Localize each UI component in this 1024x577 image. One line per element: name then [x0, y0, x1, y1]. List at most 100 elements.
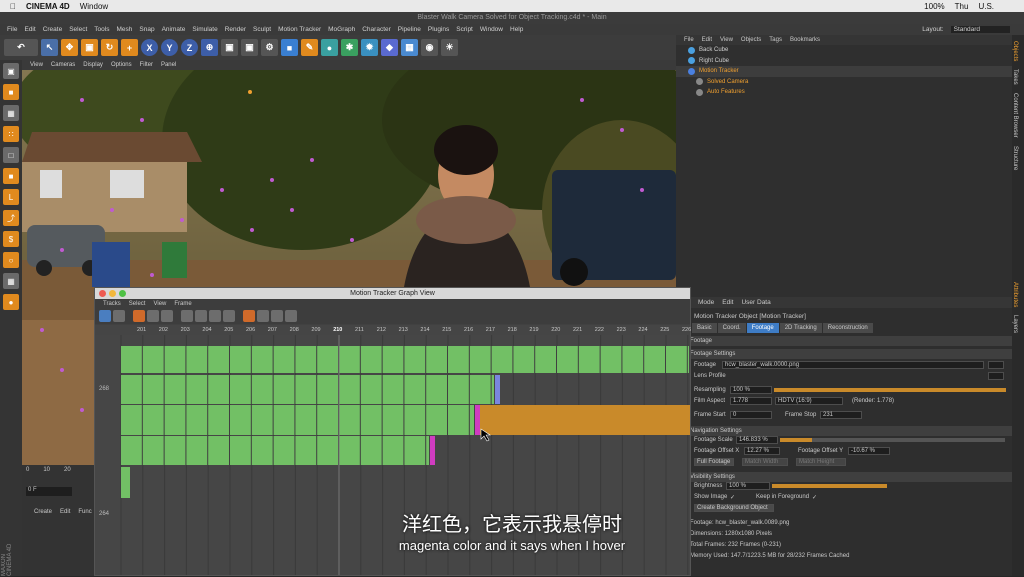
polygons-mode-icon[interactable]: ■	[3, 168, 19, 184]
menu-sculpt[interactable]: Sculpt	[253, 26, 271, 33]
tab-structure[interactable]: Structure	[1012, 146, 1018, 170]
menu-plugins[interactable]: Plugins	[428, 26, 449, 33]
brightness-slider[interactable]	[772, 484, 887, 488]
graph-options-icon[interactable]	[285, 310, 297, 322]
y-axis-icon[interactable]: Y	[161, 39, 178, 56]
om-tags[interactable]: Tags	[769, 37, 782, 43]
app-menu[interactable]: CINEMA 4D	[26, 2, 70, 11]
tab-reconstruction[interactable]: Reconstruction	[822, 323, 873, 333]
attr-user-data[interactable]: User Data	[741, 299, 770, 306]
render-icon[interactable]: ▣	[241, 39, 258, 56]
resampling-field[interactable]: 100 %	[730, 386, 772, 394]
tab-takes[interactable]: Takes	[1012, 69, 1018, 85]
object-row-back-cube[interactable]: Back Cube	[676, 45, 1012, 56]
tab-layers[interactable]: Layers	[1012, 315, 1018, 333]
menu-render[interactable]: Render	[225, 26, 246, 33]
z-axis-icon[interactable]: Z	[181, 39, 198, 56]
graph-curve-alt-icon[interactable]	[271, 310, 283, 322]
menu-pipeline[interactable]: Pipeline	[398, 26, 421, 33]
graph-curve-icon[interactable]	[257, 310, 269, 322]
workplane-icon[interactable]: ○	[3, 252, 19, 268]
graph-view-title-bar[interactable]: Motion Tracker Graph View	[95, 288, 690, 299]
lens-browse-button[interactable]	[988, 372, 1004, 380]
vp-menu-display[interactable]: Display	[83, 62, 103, 68]
object-mode-icon[interactable]: ■	[3, 84, 19, 100]
menu-character[interactable]: Character	[362, 26, 391, 33]
filter-auto-icon[interactable]	[223, 310, 235, 322]
match-height-button[interactable]: Match Height	[796, 458, 846, 466]
vp-menu-filter[interactable]: Filter	[140, 62, 153, 68]
tab-attributes[interactable]: Attributes	[1012, 282, 1018, 307]
vp-menu-cameras[interactable]: Cameras	[51, 62, 75, 68]
light-icon[interactable]: ☀	[441, 39, 458, 56]
om-file[interactable]: File	[684, 37, 694, 43]
graph-mode-icon[interactable]	[99, 310, 111, 322]
om-edit[interactable]: Edit	[702, 37, 712, 43]
footage-path-field[interactable]: hcw_blaster_walk.0000.png	[722, 361, 984, 369]
match-width-button[interactable]: Match Width	[742, 458, 788, 466]
deformer-icon[interactable]: ✹	[361, 39, 378, 56]
scale-icon[interactable]: ▣	[81, 39, 98, 56]
model-mode-icon[interactable]: ▣	[3, 63, 19, 79]
gv-view[interactable]: View	[153, 301, 166, 307]
film-aspect-field[interactable]: 1.778	[730, 397, 772, 405]
menu-help[interactable]: Help	[510, 26, 523, 33]
lock-icon[interactable]: ●	[3, 294, 19, 310]
rotate-icon[interactable]: ↻	[101, 39, 118, 56]
attr-mode[interactable]: Mode	[698, 299, 714, 306]
texture-mode-icon[interactable]: ▦	[3, 105, 19, 121]
tab-objects[interactable]: Objects	[1012, 41, 1018, 61]
pen-icon[interactable]: ✎	[301, 39, 318, 56]
om-view[interactable]: View	[720, 37, 733, 43]
menu-tools[interactable]: Tools	[94, 26, 109, 33]
tab-coord[interactable]: Coord.	[717, 323, 746, 333]
subdivision-icon[interactable]: ●	[321, 39, 338, 56]
menu-file[interactable]: File	[7, 26, 17, 33]
x-axis-icon[interactable]: X	[141, 39, 158, 56]
floor-icon[interactable]: ▦	[401, 39, 418, 56]
track-back-icon[interactable]	[161, 310, 173, 322]
frame-start-field[interactable]: 0	[730, 411, 772, 419]
edges-mode-icon[interactable]: □	[3, 147, 19, 163]
browse-button[interactable]	[988, 361, 1004, 369]
cube-icon[interactable]: ■	[281, 39, 298, 56]
select-icon[interactable]: ↖	[41, 39, 58, 56]
tweak-icon[interactable]: ⤴	[3, 210, 19, 226]
track-forward-icon[interactable]	[147, 310, 159, 322]
cloner-icon[interactable]: ✱	[341, 39, 358, 56]
gv-select[interactable]: Select	[129, 301, 146, 307]
offset-y-field[interactable]: -10.67 %	[848, 447, 890, 455]
object-row-motion-tracker[interactable]: Motion Tracker	[676, 66, 1012, 77]
footage-scale-slider[interactable]	[780, 438, 1005, 442]
points-mode-icon[interactable]: ∷	[3, 126, 19, 142]
menu-create[interactable]: Create	[43, 26, 63, 33]
menu-simulate[interactable]: Simulate	[192, 26, 217, 33]
object-row-auto-features[interactable]: Auto Features	[676, 87, 1012, 98]
snap-icon[interactable]: $	[3, 231, 19, 247]
tab-footage[interactable]: Footage	[746, 323, 779, 333]
render-settings-icon[interactable]: ⚙	[261, 39, 278, 56]
tab-2d-tracking[interactable]: 2D Tracking	[779, 323, 822, 333]
object-row-right-cube[interactable]: Right Cube	[676, 56, 1012, 67]
tab-basic[interactable]: Basic	[692, 323, 717, 333]
grid-icon[interactable]: ▦	[3, 273, 19, 289]
offset-x-field[interactable]: 12.27 %	[744, 447, 780, 455]
menu-window[interactable]: Window	[480, 26, 503, 33]
input-language[interactable]: U.S.	[978, 2, 994, 11]
close-window-icon[interactable]	[99, 290, 106, 297]
minimize-window-icon[interactable]	[109, 290, 116, 297]
apple-icon[interactable]: 	[10, 2, 16, 11]
menu-script[interactable]: Script	[456, 26, 473, 33]
frame-stop-field[interactable]: 231	[820, 411, 862, 419]
menu-animate[interactable]: Animate	[162, 26, 186, 33]
om-bookmarks[interactable]: Bookmarks	[790, 37, 820, 43]
frame-ruler[interactable]: 201 202 203 204 205 206 207 208 209 210 211 212 213 2…	[95, 325, 691, 335]
scene-icon[interactable]: ◆	[381, 39, 398, 56]
undo-icon[interactable]: ↶	[4, 39, 38, 56]
show-image-checkbox[interactable]: ✓	[730, 494, 735, 501]
coordinate-icon[interactable]: ⊕	[201, 39, 218, 56]
menu-select[interactable]: Select	[69, 26, 87, 33]
footage-mode-icon[interactable]	[113, 310, 125, 322]
menu-mograph[interactable]: MoGraph	[328, 26, 355, 33]
gv-tracks[interactable]: Tracks	[103, 301, 121, 307]
